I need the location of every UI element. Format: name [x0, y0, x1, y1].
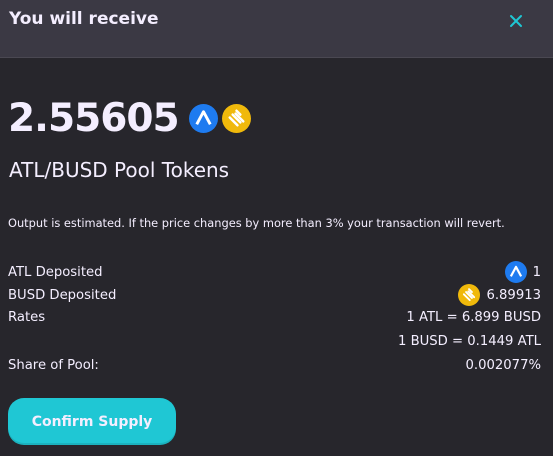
rates-label: Rates [8, 310, 46, 325]
receive-amount: 2.55605 [8, 96, 180, 141]
confirm-supply-button[interactable]: Confirm Supply [8, 398, 176, 445]
modal-title: You will receive [9, 9, 159, 29]
share-of-pool-row: Share of Pool: 0.002077% [8, 358, 541, 373]
busd-token-icon [221, 104, 251, 133]
atl-deposited-row: ATL Deposited 1 [8, 261, 541, 283]
pool-token-name: ATL/BUSD Pool Tokens [9, 158, 230, 182]
close-button[interactable] [505, 10, 527, 32]
rate-atl-busd: 1 ATL = 6.899 BUSD [406, 310, 541, 325]
rates-row: Rates 1 ATL = 6.899 BUSD [8, 310, 541, 325]
busd-deposited-value: 6.89913 [486, 287, 541, 303]
close-icon [510, 15, 522, 27]
busd-token-icon [458, 284, 481, 306]
rates-row-2: 1 BUSD = 0.1449 ATL [8, 334, 541, 349]
atl-token-icon [504, 261, 527, 283]
busd-deposited-label: BUSD Deposited [8, 287, 117, 303]
rate-busd-atl: 1 BUSD = 0.1449 ATL [398, 334, 541, 349]
estimate-notice: Output is estimated. If the price change… [8, 216, 505, 230]
modal-header: You will receive [0, 0, 553, 58]
receive-amount-row: 2.55605 [8, 96, 251, 141]
share-of-pool-value: 0.002077% [465, 358, 541, 373]
atl-token-icon [188, 104, 218, 133]
busd-deposited-row: BUSD Deposited 6.89913 [8, 284, 541, 306]
atl-deposited-label: ATL Deposited [8, 264, 103, 280]
atl-deposited-value: 1 [532, 264, 541, 280]
confirm-supply-modal: You will receive 2.55605 ATL/BUSD Pool T… [0, 0, 553, 456]
token-pair-icons [188, 104, 251, 133]
share-of-pool-label: Share of Pool: [8, 358, 99, 373]
